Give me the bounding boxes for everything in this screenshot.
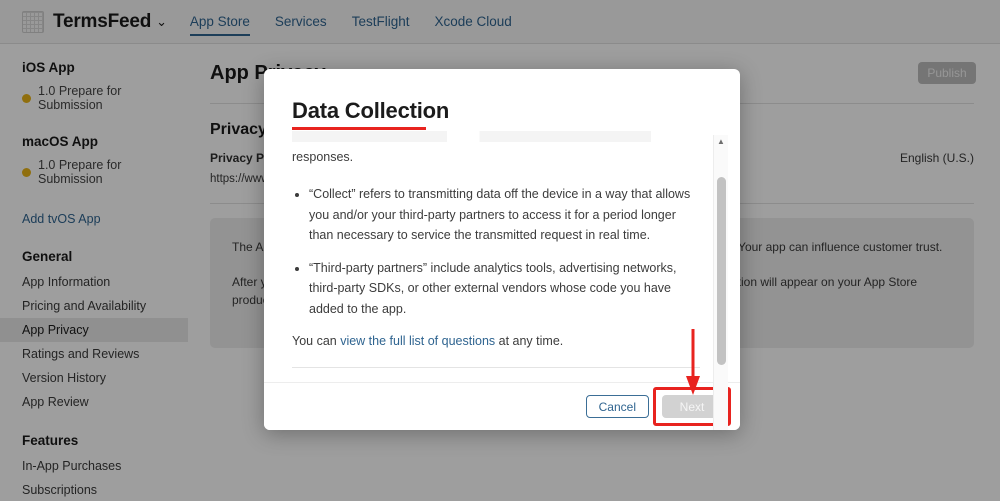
modal-scrollbar[interactable]: ▲ ▼	[713, 135, 728, 430]
full-list-of-questions-link[interactable]: view the full list of questions	[340, 334, 495, 348]
footnote: You can view the full list of questions …	[292, 332, 700, 351]
list-item: “Third-party partners” include analytics…	[309, 258, 700, 319]
title-underline-annotation	[292, 127, 426, 130]
data-collection-modal: Data Collection responses. “Collect” ref…	[264, 69, 740, 430]
modal-body: responses. “Collect” refers to transmitt…	[264, 131, 740, 396]
modal-title: Data Collection	[292, 98, 450, 123]
screenshot-root: TermsFeed ⌄ App Store Services TestFligh…	[0, 0, 1000, 501]
scrollbar-thumb[interactable]	[717, 177, 726, 365]
cancel-button[interactable]: Cancel	[585, 395, 649, 418]
list-item: “Collect” refers to transmitting data of…	[309, 184, 700, 245]
intro-tail-text: responses.	[292, 150, 354, 164]
footnote-suffix: at any time.	[495, 333, 564, 348]
scroll-up-arrow-icon[interactable]: ▲	[714, 135, 728, 148]
definitions-list: “Collect” refers to transmitting data of…	[292, 184, 700, 319]
red-arrow-annotation	[686, 329, 700, 395]
divider	[292, 367, 700, 369]
footnote-prefix: You can	[292, 333, 341, 348]
scrolled-text-partial	[292, 131, 700, 142]
modal-title-block: Data Collection	[292, 98, 464, 130]
modal-footer: Cancel Next	[264, 382, 740, 430]
